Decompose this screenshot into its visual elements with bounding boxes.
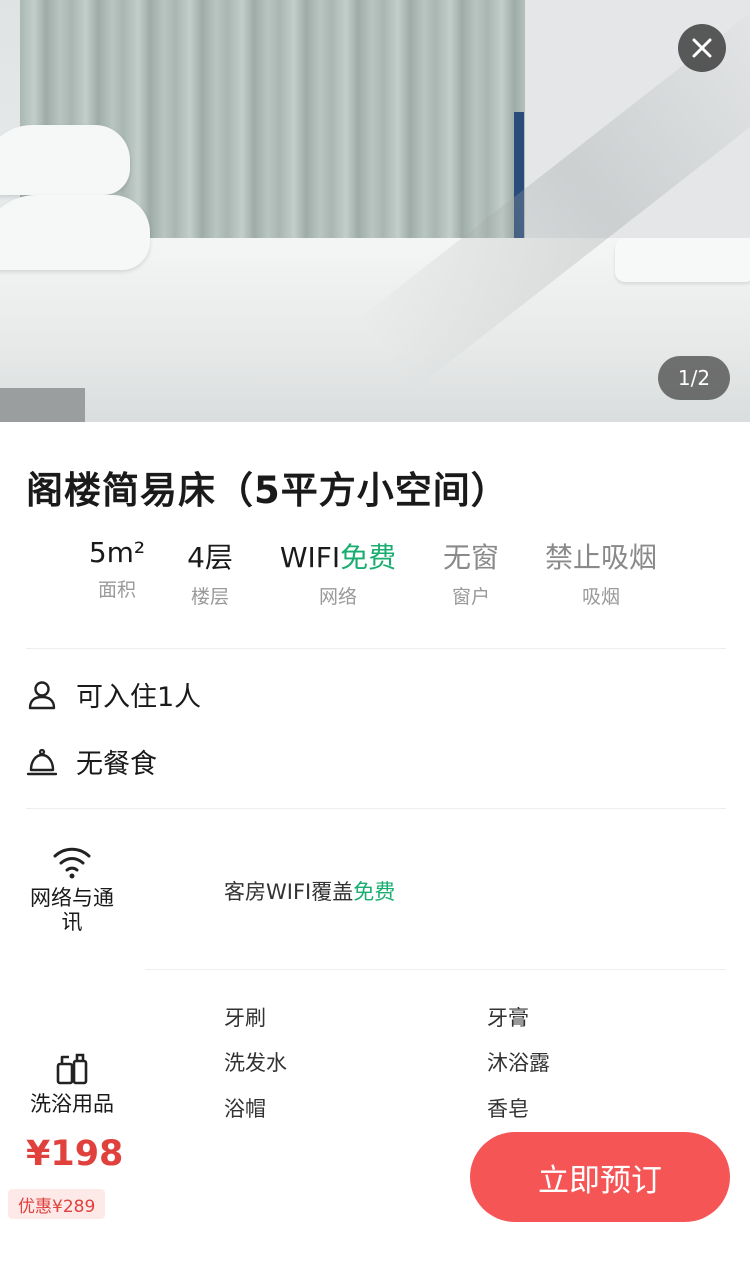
amenity-item: 浴帽 — [224, 1097, 266, 1121]
amenity-item: 洗发水 — [224, 1051, 287, 1075]
free-highlight: 免费 — [353, 880, 396, 904]
stat-network: WIFI免费 网络 — [274, 536, 402, 609]
network-description: 客房WIFI覆盖免费 — [224, 876, 395, 906]
divider — [26, 808, 726, 809]
close-icon — [692, 38, 712, 58]
person-icon — [28, 680, 56, 709]
stat-value: 4层 — [187, 541, 233, 574]
stat-value: 禁止吸烟 — [544, 541, 657, 574]
divider — [145, 969, 726, 970]
photo-counter: 1/2 — [658, 356, 730, 400]
room-title: 阁楼简易床（5平方小空间） — [26, 469, 509, 512]
stat-value: WIFI免费 — [274, 536, 402, 576]
discount-badge: 优惠¥289 — [8, 1189, 106, 1219]
occupancy-text: 可入住1人 — [76, 682, 202, 713]
towel — [615, 238, 750, 282]
pillow — [0, 195, 150, 270]
category-network: 网络与通讯 — [22, 844, 122, 934]
stat-label: 面积 — [97, 579, 136, 601]
network-desc-prefix: 客房WIFI覆盖 — [224, 880, 354, 904]
book-now-button[interactable]: 立即预订 — [470, 1132, 730, 1222]
stat-value: 5m² — [88, 536, 146, 569]
divider — [26, 648, 726, 649]
meals-row: 无餐食 — [26, 742, 157, 781]
toiletries-icon — [56, 1053, 88, 1085]
amenity-item: 香皂 — [487, 1097, 529, 1121]
food-cover-icon — [26, 748, 58, 775]
amenity-item: 牙刷 — [224, 1006, 266, 1030]
meals-text: 无餐食 — [76, 749, 157, 780]
stat-floor: 4层 楼层 — [180, 536, 240, 609]
category-title: 网络与通讯 — [30, 886, 114, 934]
room-stats: 5m² 面积 4层 楼层 WIFI免费 网络 无窗 窗户 禁止吸烟 吸烟 — [0, 536, 750, 616]
close-button[interactable] — [678, 24, 726, 72]
stat-label: 窗户 — [451, 586, 490, 608]
stat-value: 无窗 — [442, 541, 499, 574]
stat-label: 网络 — [318, 586, 357, 608]
floor-corner — [0, 388, 85, 422]
pillow — [0, 125, 130, 195]
price: ¥198 — [26, 1134, 124, 1174]
stat-smoking: 禁止吸烟 吸烟 — [540, 536, 662, 609]
stat-label: 吸烟 — [581, 586, 620, 608]
stat-area: 5m² 面积 — [86, 536, 148, 602]
category-toiletries: 洗浴用品 — [22, 1052, 122, 1116]
free-highlight: 免费 — [340, 541, 397, 574]
room-photo[interactable]: 1/2 — [0, 0, 750, 422]
stat-value-prefix: WIFI — [279, 541, 341, 574]
amenity-item: 牙膏 — [487, 1006, 529, 1030]
category-title: 洗浴用品 — [30, 1092, 114, 1116]
amenity-item: 沐浴露 — [487, 1051, 550, 1075]
stat-label: 楼层 — [190, 586, 229, 608]
occupancy-row: 可入住1人 — [26, 675, 201, 714]
wifi-icon — [53, 847, 91, 879]
stat-window: 无窗 窗户 — [440, 536, 502, 609]
